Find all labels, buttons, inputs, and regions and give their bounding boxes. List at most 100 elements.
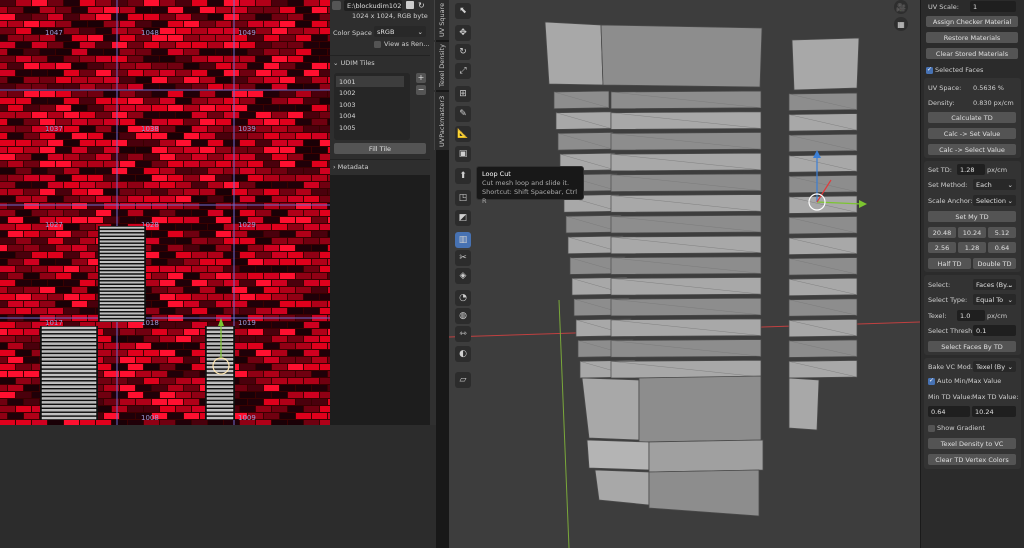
udim-tile-label: 1009: [238, 414, 256, 422]
calc-set-value-button[interactable]: Calc -> Set Value: [928, 128, 1016, 139]
select-type-value: Equal To: [976, 295, 1004, 304]
smooth-icon[interactable]: ◍: [455, 308, 471, 324]
column-top-middle[interactable]: [600, 24, 763, 88]
preset-td-button[interactable]: 20.48: [928, 227, 956, 238]
udim-tile-item[interactable]: 1003: [336, 99, 404, 110]
plinth-middle[interactable]: [648, 469, 760, 517]
column-top-right[interactable]: [791, 37, 860, 91]
calc-select-value-button[interactable]: Calc -> Select Value: [928, 144, 1016, 155]
half-td-button[interactable]: Half TD: [928, 258, 971, 269]
grid-view-icon[interactable]: ▦: [894, 17, 908, 31]
scale-anchor-label: Scale Anchor:: [928, 197, 973, 205]
add-tile-button[interactable]: +: [416, 73, 426, 83]
uv-island[interactable]: [98, 226, 146, 322]
uv-island[interactable]: [40, 326, 98, 420]
camera-view-icon[interactable]: 🎥: [894, 0, 908, 14]
uv-scale-label: UV Scale:: [928, 3, 959, 11]
set-method-dropdown[interactable]: Each ⌄: [973, 179, 1016, 190]
select-dropdown[interactable]: Faces (By... ⌄: [973, 279, 1016, 290]
measure-icon[interactable]: 📐: [455, 126, 471, 142]
scale-icon[interactable]: ⤢: [455, 63, 471, 79]
select-faces-by-td-button[interactable]: Select Faces By TD: [928, 341, 1016, 352]
view-as-render-checkbox[interactable]: [374, 41, 381, 48]
tab-uvpackmaster[interactable]: UVPackmaster3: [434, 92, 449, 150]
set-my-td-button[interactable]: Set My TD: [928, 211, 1016, 222]
uv-editor-empty-area[interactable]: [0, 425, 436, 548]
column-base-middle[interactable]: [638, 375, 762, 443]
uv-scale-field[interactable]: 1: [970, 1, 1016, 12]
preset-td-button[interactable]: 2.56: [928, 242, 956, 253]
viewport-toolbar: ⬉ ✥ ↻ ⤢ ⊞ ✎ 📐 ▣ ⬆ ◳ ◩ ▥ ✂ ◈ ◔ ◍ ⇿ ◐ ▱: [452, 0, 474, 390]
tab-texel-density[interactable]: Texel Density: [434, 42, 449, 90]
transform-icon[interactable]: ⊞: [455, 86, 471, 102]
bevel-icon[interactable]: ◩: [455, 210, 471, 226]
column-top-left[interactable]: [544, 21, 604, 86]
calculate-td-button[interactable]: Calculate TD: [928, 112, 1016, 123]
select-type-dropdown[interactable]: Equal To ⌄: [973, 294, 1016, 305]
fill-tile-button[interactable]: Fill Tile: [334, 143, 426, 154]
add-cube-icon[interactable]: ▣: [455, 146, 471, 162]
select-thresh-field[interactable]: 0.1: [973, 325, 1016, 336]
image-filepath-field[interactable]: E:\blockudim102...: [344, 0, 402, 11]
building-mesh[interactable]: [449, 0, 920, 548]
max-td-field[interactable]: 10.24: [972, 406, 1016, 417]
clear-stored-button[interactable]: Clear Stored Materials: [926, 48, 1018, 59]
annotate-icon[interactable]: ✎: [455, 106, 471, 122]
shear-icon[interactable]: ▱: [455, 372, 471, 388]
remove-tile-button[interactable]: −: [416, 85, 426, 95]
spin-icon[interactable]: ◔: [455, 290, 471, 306]
loop-cut-icon[interactable]: ▥: [455, 232, 471, 248]
uv-editor-canvas[interactable]: 1047 1048 1049 1037 1038 1039 1027 1028 1029 1017…: [0, 0, 330, 425]
set-td-label: Set TD:: [928, 166, 952, 174]
edge-slide-icon[interactable]: ⇿: [455, 326, 471, 342]
plinth-left[interactable]: [594, 469, 650, 506]
plinth-trim-middle[interactable]: [648, 439, 764, 473]
uv-island[interactable]: [205, 326, 235, 420]
shrink-fatten-icon[interactable]: ◐: [455, 346, 471, 362]
preset-td-button[interactable]: 10.24: [958, 227, 986, 238]
inset-icon[interactable]: ◳: [455, 190, 471, 206]
cursor-icon[interactable]: ⬉: [455, 3, 471, 19]
set-td-field[interactable]: 1.28: [957, 164, 985, 175]
column-base-right[interactable]: [788, 377, 820, 431]
column-base-left[interactable]: [581, 377, 640, 441]
pack-icon[interactable]: [406, 1, 414, 9]
reload-icon[interactable]: ↻: [418, 1, 425, 10]
min-td-field[interactable]: 0.64: [928, 406, 970, 417]
preset-td-button[interactable]: 5.12: [988, 227, 1016, 238]
building-column[interactable]: [788, 92, 858, 379]
gizmo-y-arrow[interactable]: [859, 200, 867, 208]
building-column[interactable]: [610, 90, 762, 379]
selected-faces-checkbox[interactable]: [926, 66, 933, 74]
udim-tiles-header[interactable]: ⌄ UDIM Tiles: [333, 59, 375, 67]
udim-tile-item[interactable]: 1002: [336, 87, 404, 98]
preset-td-button[interactable]: 0.64: [988, 242, 1016, 253]
auto-minmax-checkbox[interactable]: [928, 377, 935, 385]
udim-tile-item[interactable]: 1004: [336, 110, 404, 121]
3d-viewport[interactable]: [449, 0, 920, 548]
udim-tile-item[interactable]: 1005: [336, 122, 404, 133]
texel-field[interactable]: 1.0: [957, 310, 985, 321]
scale-anchor-dropdown[interactable]: Selection ⌄: [973, 195, 1016, 206]
knife-icon[interactable]: ✂: [455, 250, 471, 266]
bake-vc-dropdown[interactable]: Texel (By ⌄: [973, 361, 1016, 372]
restore-materials-button[interactable]: Restore Materials: [926, 32, 1018, 43]
assign-checker-button[interactable]: Assign Checker Material: [926, 16, 1018, 27]
metadata-header[interactable]: › Metadata: [333, 163, 368, 171]
move-icon[interactable]: ✥: [455, 25, 471, 41]
color-space-dropdown[interactable]: sRGB ⌄: [374, 26, 426, 37]
preset-td-button[interactable]: 1.28: [958, 242, 986, 253]
udim-tile-item[interactable]: 1001: [336, 76, 404, 87]
clear-td-vc-button[interactable]: Clear TD Vertex Colors: [928, 454, 1016, 465]
td-to-vc-button[interactable]: Texel Density to VC: [928, 438, 1016, 449]
double-td-button[interactable]: Double TD: [973, 258, 1016, 269]
plinth-trim-left[interactable]: [586, 439, 650, 471]
show-gradient-checkbox[interactable]: [928, 425, 935, 432]
tab-uv-square[interactable]: UV Square: [434, 0, 449, 40]
rotate-icon[interactable]: ↻: [455, 44, 471, 60]
extrude-icon[interactable]: ⬆: [455, 168, 471, 184]
image-info-text: 1024 x 1024, RGB byte: [352, 12, 428, 20]
uv-checker-texture[interactable]: 1047 1048 10491037 1038 10391027 1028 10291017…: [0, 0, 330, 425]
poly-build-icon[interactable]: ◈: [455, 268, 471, 284]
chevron-down-icon: ⌄: [1007, 180, 1013, 189]
